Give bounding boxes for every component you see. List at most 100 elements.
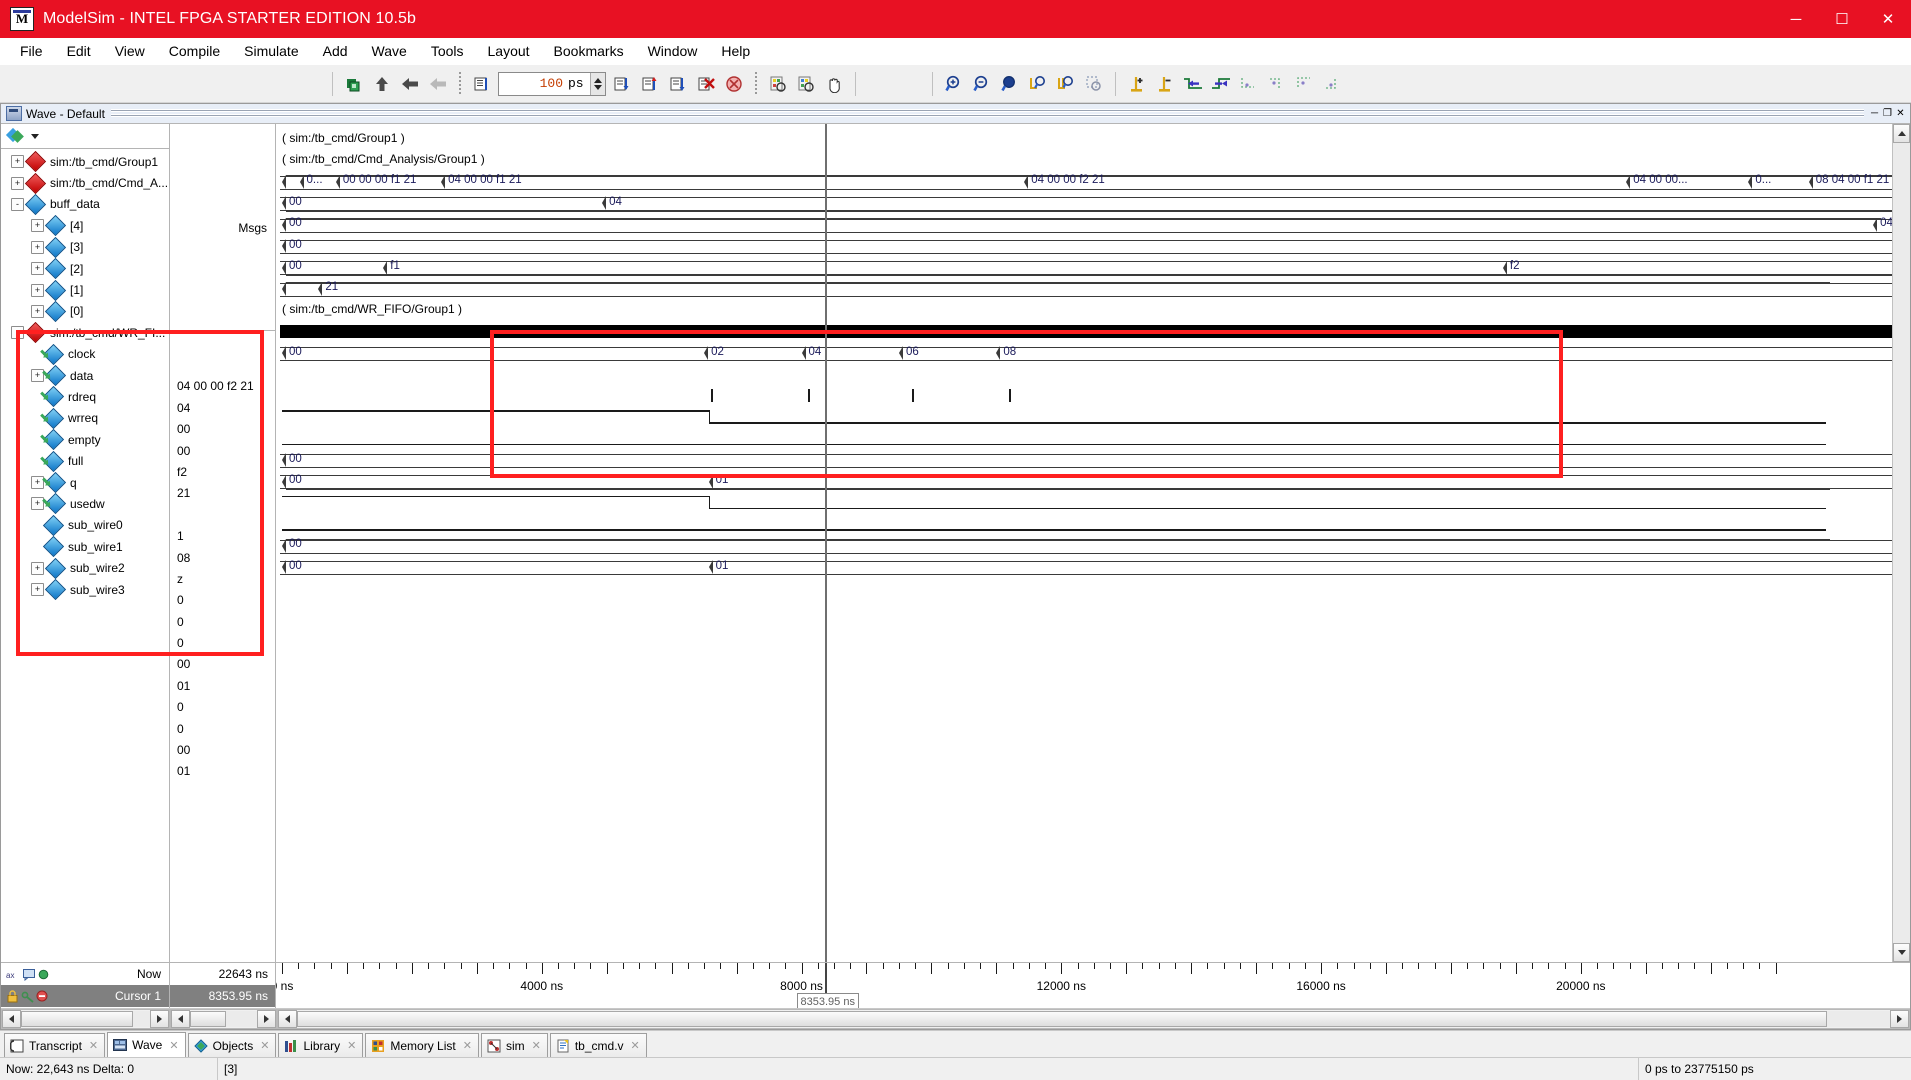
find-icon[interactable] (765, 71, 791, 97)
vertical-scroll-track[interactable] (1893, 143, 1910, 943)
chevron-down-icon[interactable] (31, 133, 39, 139)
close-icon[interactable]: ✕ (169, 1039, 178, 1052)
menu-file[interactable]: File (8, 40, 55, 62)
find-next-rising-edge-icon[interactable] (1320, 71, 1346, 97)
name-panel-hscrollbar[interactable] (1, 1009, 170, 1029)
menu-layout[interactable]: Layout (476, 40, 542, 62)
signal-tree-item-q[interactable]: + q (1, 471, 169, 494)
waveform-row--1-[interactable]: 00f1f2f1f2 (276, 258, 1910, 279)
waveform-row-usedw[interactable]: 00 01 (276, 472, 1910, 493)
step-icon[interactable] (609, 71, 635, 97)
tab-memory-list[interactable]: Memory List ✕ (365, 1033, 479, 1057)
signal-tree-item-full[interactable]: full (1, 450, 169, 472)
zoom-in-icon[interactable] (941, 71, 967, 97)
scroll-right-button[interactable] (1890, 1010, 1909, 1028)
expand-icon[interactable]: + (31, 561, 44, 575)
scroll-left-button[interactable] (278, 1010, 297, 1028)
close-icon[interactable]: ✕ (347, 1039, 356, 1052)
find-previous-transition-icon[interactable] (1180, 71, 1206, 97)
minimize-button[interactable]: ─ (1773, 0, 1819, 38)
time-axis[interactable]: 0 ns 4000 ns 8000 ns 12000 ns 16000 ns 20000 … (276, 963, 1910, 1008)
tab-tb-cmd-v[interactable]: tb_cmd.v ✕ (549, 1033, 647, 1057)
step-out-icon[interactable] (665, 71, 691, 97)
signal-tree-item-clock[interactable]: clock (1, 343, 169, 365)
close-icon[interactable]: ✕ (463, 1039, 472, 1052)
scroll-up-button[interactable] (1893, 124, 1910, 143)
tab-wave[interactable]: Wave ✕ (107, 1032, 186, 1057)
signal-tree-item-rdreq[interactable]: rdreq (1, 386, 169, 408)
waveform-row-sub-wire1[interactable] (276, 515, 1910, 536)
expand-icon[interactable]: + (11, 155, 24, 169)
waveform-canvas[interactable]: ( sim:/tb_cmd/Group1 ) ( sim:/tb_cmd/Cmd_… (276, 124, 1910, 962)
cursor-value[interactable]: 8353.95 ns (170, 985, 275, 1007)
waveform-row-data[interactable]: 0002040608a7a9abadafb1b3b5 (276, 344, 1910, 365)
waveform-row--3-[interactable]: 00 04 (276, 216, 1910, 237)
expand-icon[interactable]: + (31, 304, 44, 318)
scroll-down-button[interactable] (1893, 943, 1910, 962)
run-length-input[interactable] (499, 75, 566, 92)
waveform-row-buff-data[interactable]: 0... 00 00 00 f1 21 04 00 00 f1 21 04 00 00… (276, 173, 1910, 194)
menu-compile[interactable]: Compile (157, 40, 232, 62)
signal-tree-item-sub-wire2[interactable]: + sub_wire2 (1, 557, 169, 579)
wave-minimize-button[interactable]: ─ (1868, 107, 1881, 120)
run-all-icon[interactable] (425, 71, 451, 97)
cursor-row[interactable]: Cursor 1 (1, 985, 169, 1007)
close-icon[interactable]: ✕ (532, 1039, 541, 1052)
menu-window[interactable]: Window (636, 40, 710, 62)
expand-icon[interactable]: + (31, 583, 44, 596)
signal-tree-item-sim-tb-cmd-cmd-a-[interactable]: + sim:/tb_cmd/Cmd_A... (1, 172, 169, 194)
expand-icon[interactable]: + (31, 262, 44, 276)
insert-cursor-icon[interactable] (1124, 71, 1150, 97)
signal-tree-item-sub-wire1[interactable]: sub_wire1 (1, 536, 169, 558)
delete-cursor-icon[interactable] (1152, 71, 1178, 97)
waveform-row-clock[interactable] (276, 323, 1910, 344)
signal-tree-item--3-[interactable]: + [3] (1, 236, 169, 258)
object-pointer-icon[interactable] (5, 127, 27, 144)
hand-icon[interactable] (821, 71, 847, 97)
waveform-row-full[interactable] (276, 430, 1910, 451)
break-icon[interactable] (469, 71, 495, 97)
step-over-icon[interactable] (637, 71, 663, 97)
restart-simulation-icon[interactable] (693, 71, 719, 97)
waveform-row-q[interactable]: 00 (276, 451, 1910, 472)
expand-icon[interactable]: + (31, 283, 44, 297)
waveform-row-wrreq[interactable] (276, 387, 1910, 408)
zoom-out-on-active-cursor-icon[interactable] (1053, 71, 1079, 97)
msgs-panel-hscrollbar[interactable] (170, 1009, 277, 1029)
tab-sim[interactable]: sim ✕ (480, 1033, 548, 1057)
signal-tree-item-usedw[interactable]: + usedw (1, 493, 169, 515)
wave-restore-button[interactable]: ❐ (1881, 107, 1894, 120)
cursor-time-flag[interactable]: 8353.95 ns (796, 993, 859, 1008)
stop-icon[interactable] (721, 71, 747, 97)
waveform-row--0-[interactable]: 21 (276, 280, 1910, 301)
signal-tree-item-sim-tb-cmd-wr-fi-[interactable]: - sim:/tb_cmd/WR_FI... (1, 322, 169, 344)
waveform-row-empty[interactable] (276, 408, 1910, 429)
wave-vertical-scrollbar[interactable] (1892, 124, 1910, 962)
continue-run-icon[interactable] (397, 71, 423, 97)
close-icon[interactable]: ✕ (631, 1039, 640, 1052)
menu-help[interactable]: Help (709, 40, 762, 62)
expand-icon[interactable]: + (31, 240, 44, 254)
wave-close-button[interactable]: ✕ (1894, 107, 1907, 120)
signal-tree-item-sub-wire0[interactable]: sub_wire0 (1, 514, 169, 536)
signal-tree-item-data[interactable]: + data (1, 364, 169, 387)
scroll-track[interactable] (297, 1011, 1890, 1027)
waveform-row-sim-tb-cmd-wr-fi-[interactable]: ( sim:/tb_cmd/WR_FIFO/Group1 ) (276, 301, 1910, 322)
scroll-right-button[interactable] (257, 1010, 276, 1028)
menu-edit[interactable]: Edit (55, 40, 103, 62)
menu-wave[interactable]: Wave (360, 40, 419, 62)
menu-add[interactable]: Add (311, 40, 360, 62)
cursor-1-line[interactable] (824, 124, 827, 962)
zoom-in-on-active-cursor-icon[interactable] (1025, 71, 1051, 97)
signal-tree-item-sim-tb-cmd-group1[interactable]: + sim:/tb_cmd/Group1 (1, 151, 169, 173)
maximize-button[interactable]: ☐ (1819, 0, 1865, 38)
tab-library[interactable]: Library ✕ (278, 1033, 364, 1057)
close-button[interactable]: ✕ (1865, 0, 1911, 38)
collapse-icon[interactable]: - (11, 326, 24, 340)
collapse-icon[interactable]: - (11, 197, 24, 211)
signal-tree-item--4-[interactable]: + [4] (1, 215, 169, 237)
menu-bookmarks[interactable]: Bookmarks (542, 40, 636, 62)
scroll-track[interactable] (190, 1011, 257, 1027)
find-previous-falling-edge-icon[interactable] (1236, 71, 1262, 97)
signal-tree-item-empty[interactable]: empty (1, 429, 169, 451)
